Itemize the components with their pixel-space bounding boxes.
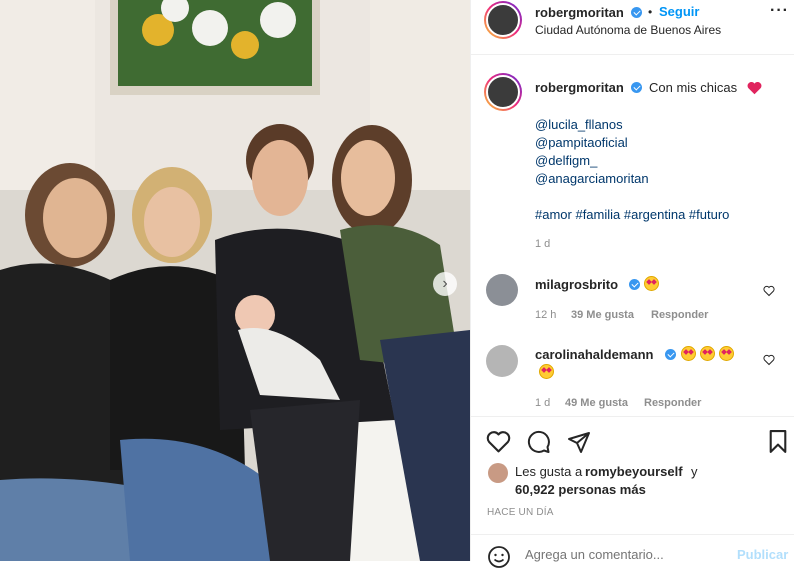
comment-input[interactable] xyxy=(525,544,725,564)
like-comment-icon[interactable] xyxy=(763,285,775,297)
verified-badge-icon xyxy=(665,349,676,360)
share-icon[interactable] xyxy=(567,430,591,454)
caption-username[interactable]: robergmoritan xyxy=(535,80,624,95)
comment-username[interactable]: milagrosbrito xyxy=(535,277,618,292)
header-username[interactable]: robergmoritan xyxy=(535,5,624,20)
avatar[interactable] xyxy=(486,345,518,377)
reply-button[interactable]: Responder xyxy=(651,309,708,321)
mention-link[interactable]: @pampitaoficial xyxy=(535,135,628,150)
avatar[interactable] xyxy=(486,75,520,109)
star-struck-emoji-icon xyxy=(719,346,734,361)
comment-time: 1 d xyxy=(535,397,551,409)
comment-composer: Publicar xyxy=(471,534,794,568)
avatar[interactable] xyxy=(486,3,520,37)
next-photo-button[interactable]: › xyxy=(433,272,457,296)
verified-badge-icon xyxy=(631,7,642,18)
mention-link[interactable]: @anagarciamoritan xyxy=(535,171,649,186)
save-bookmark-icon[interactable] xyxy=(767,429,789,454)
verified-badge-icon xyxy=(629,279,640,290)
verified-badge-icon xyxy=(631,82,642,93)
reply-button[interactable]: Responder xyxy=(644,397,701,409)
comment-username[interactable]: carolinahaldemann xyxy=(535,347,653,362)
like-comment-icon[interactable] xyxy=(763,354,775,366)
liker-username[interactable]: romybeyourself xyxy=(585,464,683,479)
comment-time: 12 h xyxy=(535,309,557,321)
publish-button[interactable]: Publicar xyxy=(737,547,788,562)
follow-button[interactable]: Seguir xyxy=(659,4,699,19)
caption-text: Con mis chicas xyxy=(649,80,738,95)
more-options-icon[interactable]: ··· xyxy=(770,2,789,20)
star-struck-emoji-icon xyxy=(539,364,554,379)
dot-separator: • xyxy=(648,5,653,19)
post-timestamp: HACE UN DÍA xyxy=(487,507,554,518)
likes-prefix: Les gusta a xyxy=(515,464,583,479)
star-struck-emoji-icon xyxy=(644,276,659,291)
star-struck-emoji-icon xyxy=(681,346,696,361)
comment-likes[interactable]: 39 Me gusta xyxy=(571,309,634,321)
post-side-panel: robergmoritan • Seguir Ciudad Autónoma d… xyxy=(470,0,794,568)
likes-suffix: y xyxy=(691,464,698,479)
star-struck-emoji-icon xyxy=(700,346,715,361)
post-header: robergmoritan • Seguir Ciudad Autónoma d… xyxy=(471,0,794,55)
family-photo-illustration xyxy=(0,0,470,561)
location-link[interactable]: Ciudad Autónoma de Buenos Aires xyxy=(535,23,721,37)
avatar[interactable] xyxy=(486,274,518,306)
like-heart-icon[interactable] xyxy=(486,430,511,453)
mention-link[interactable]: @delfigm_ xyxy=(535,153,597,168)
red-heart-icon xyxy=(747,81,762,95)
likes-others-link[interactable]: 60,922 personas más xyxy=(515,482,646,497)
caption-time: 1 d xyxy=(535,238,551,250)
hashtags[interactable]: #amor #familia #argentina #futuro xyxy=(535,207,729,222)
comment-likes[interactable]: 49 Me gusta xyxy=(565,397,628,409)
post-photo[interactable]: › xyxy=(0,0,470,561)
liker-avatar[interactable] xyxy=(488,463,508,483)
emoji-icon[interactable] xyxy=(487,545,511,569)
actions-section: Les gusta a romybeyourself y 60,922 pers… xyxy=(471,416,794,568)
comment-icon[interactable] xyxy=(527,430,551,454)
mention-link[interactable]: @lucila_fllanos xyxy=(535,117,623,132)
